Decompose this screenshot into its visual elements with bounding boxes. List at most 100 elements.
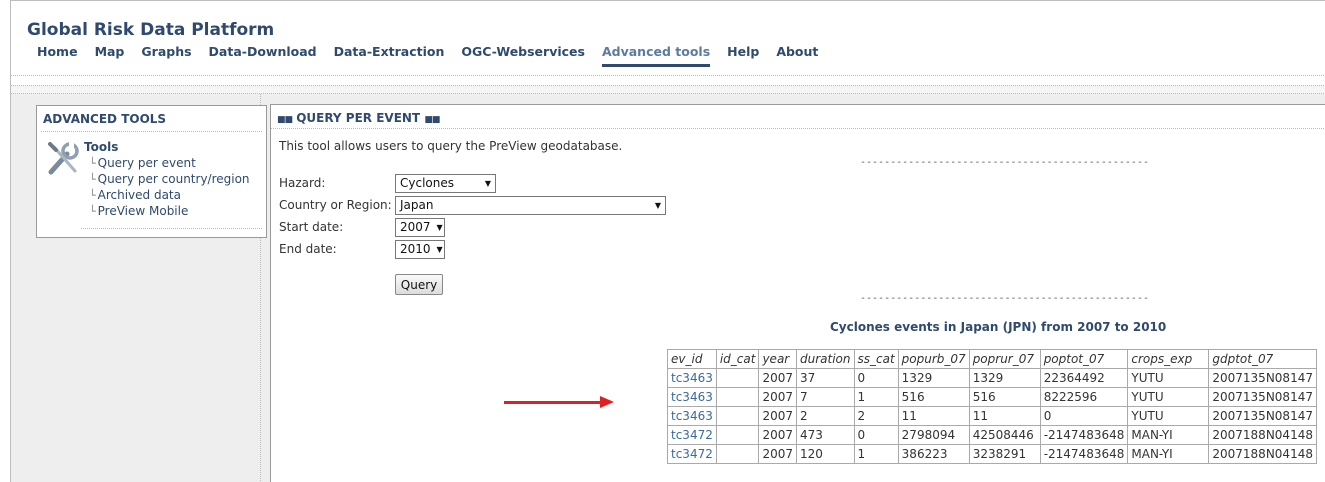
table-cell: 0 [853,425,899,445]
column-header: poprur_07 [968,349,1041,369]
nav-map[interactable]: Map [95,44,125,67]
table-cell: 2007 [758,368,797,388]
event-id-link[interactable]: tc3463 [667,406,717,426]
event-id-link[interactable]: tc3463 [667,387,717,407]
sidebar-item-label: Archived data [97,188,181,202]
dropdown-arrow-icon: ▼ [436,222,443,232]
end-date-select[interactable]: 2010 ▼ [395,239,445,259]
column-header: popurb_07 [897,349,970,369]
tree-branch-icon: └ [89,157,96,170]
table-cell: 2007135N08147 [1208,406,1317,426]
table-cell: 2007 [758,444,797,464]
table-cell: 1329 [897,368,970,388]
table-cell: 11 [897,406,970,426]
column-header: year [758,349,797,369]
advanced-tools-title: ADVANCED TOOLS [43,112,167,126]
table-cell: 2007 [758,425,797,445]
event-id-link[interactable]: tc3472 [667,425,717,445]
tools-group-label: Tools [84,140,119,154]
table-cell: 2007188N04148 [1208,425,1317,445]
grip-icon: ■■ [277,115,293,125]
sidebar-item-preview-mobile[interactable]: └ PreView Mobile [89,204,188,218]
sidebar-item-query-per-event[interactable]: └ Query per event [89,156,196,170]
column-header: ss_cat [853,349,899,369]
table-row: tc3463 2007 2 2 11 11 0 YUTU 2007135N081… [667,406,1317,426]
country-label: Country or Region: [279,198,392,212]
start-date-value: 2007 [400,220,431,234]
query-panel: ■■ QUERY PER EVENT ■■ This tool allows u… [270,104,1325,482]
table-cell: 7 [796,387,855,407]
grip-icon: ■■ [424,115,440,125]
nav-data-extraction[interactable]: Data-Extraction [334,44,445,67]
site-title[interactable]: Global Risk Data Platform [27,20,274,40]
table-cell: MAN-YI [1127,444,1210,464]
table-cell: 2007135N08147 [1208,368,1317,388]
hazard-label: Hazard: [279,176,326,190]
table-cell: YUTU [1127,387,1210,407]
nav-about[interactable]: About [776,44,818,67]
event-id-link[interactable]: tc3472 [667,444,717,464]
table-cell: 2007135N08147 [1208,387,1317,407]
nav-ogc-webservices[interactable]: OGC-Webservices [461,44,585,67]
tools-icon [48,142,79,175]
dropdown-arrow-icon: ▼ [654,200,661,210]
column-header: duration [796,349,855,369]
tree-branch-icon: └ [89,189,96,202]
tree-branch-icon: └ [89,205,96,218]
column-header: ev_id [667,349,717,369]
nav-help[interactable]: Help [727,44,759,67]
table-cell: 8222596 [1039,387,1129,407]
sidebar-item-archived-data[interactable]: └ Archived data [89,188,181,202]
bottom-divider: ----------------------------------------… [860,293,1149,304]
panel-title: ■■ QUERY PER EVENT ■■ [277,111,440,125]
table-cell [715,406,760,426]
table-cell: 2798094 [897,425,970,445]
table-cell: 2 [796,406,855,426]
table-cell: 1329 [968,368,1041,388]
nav-advanced-tools[interactable]: Advanced tools [601,44,711,67]
table-cell: 2007 [758,387,797,407]
query-button[interactable]: Query [395,274,443,295]
hazard-select[interactable]: Cyclones ▼ [395,173,496,193]
panel-header: ■■ QUERY PER EVENT ■■ [271,105,1325,129]
table-cell: YUTU [1127,406,1210,426]
table-cell: 3238291 [968,444,1041,464]
table-row: tc3472 2007 473 0 2798094 42508446 -2147… [667,425,1317,445]
table-cell: -2147483648 [1039,444,1129,464]
nav-data-download[interactable]: Data-Download [209,44,317,67]
table-cell: 1 [853,387,899,407]
tools-divider [81,228,262,229]
table-cell: 22364492 [1039,368,1129,388]
table-cell: 2 [853,406,899,426]
sidebar-item-label: PreView Mobile [97,204,189,218]
table-cell: 42508446 [968,425,1041,445]
dropdown-arrow-icon: ▼ [484,178,491,188]
page-frame: Global Risk Data Platform Home Map Graph… [10,0,1325,482]
event-id-link[interactable]: tc3463 [667,368,717,388]
sidebar: ADVANCED TOOLS Tools └ Query per event └ Q… [11,94,267,482]
table-cell: 1 [853,444,899,464]
country-value: Japan [400,198,434,212]
site-header: Global Risk Data Platform Home Map Graph… [11,1,1325,76]
intro-text: This tool allows users to query the PreV… [279,139,623,153]
start-date-select[interactable]: 2007 ▼ [395,217,445,237]
table-cell: 0 [1039,406,1129,426]
main-nav: Home Map Graphs Data-Download Data-Extra… [37,44,835,67]
results-title: Cyclones events in Japan (JPN) from 2007… [830,320,1167,334]
table-cell: 516 [897,387,970,407]
tree-branch-icon: └ [89,173,96,186]
column-header: poptot_07 [1039,349,1129,369]
table-cell: 386223 [897,444,970,464]
column-header: gdptot_07 [1208,349,1317,369]
top-divider: ----------------------------------------… [860,157,1149,168]
results-table: ev_id id_cat year duration ss_cat popurb… [667,349,1317,464]
sidebar-item-query-per-country[interactable]: └ Query per country/region [89,172,250,186]
table-cell [715,425,760,445]
country-select[interactable]: Japan ▼ [395,195,666,215]
nav-graphs[interactable]: Graphs [141,44,191,67]
nav-home[interactable]: Home [37,44,78,67]
sidebar-item-label: Query per event [97,156,196,170]
table-cell: 120 [796,444,855,464]
table-row: tc3463 2007 37 0 1329 1329 22364492 YUTU… [667,368,1317,388]
table-cell [715,368,760,388]
